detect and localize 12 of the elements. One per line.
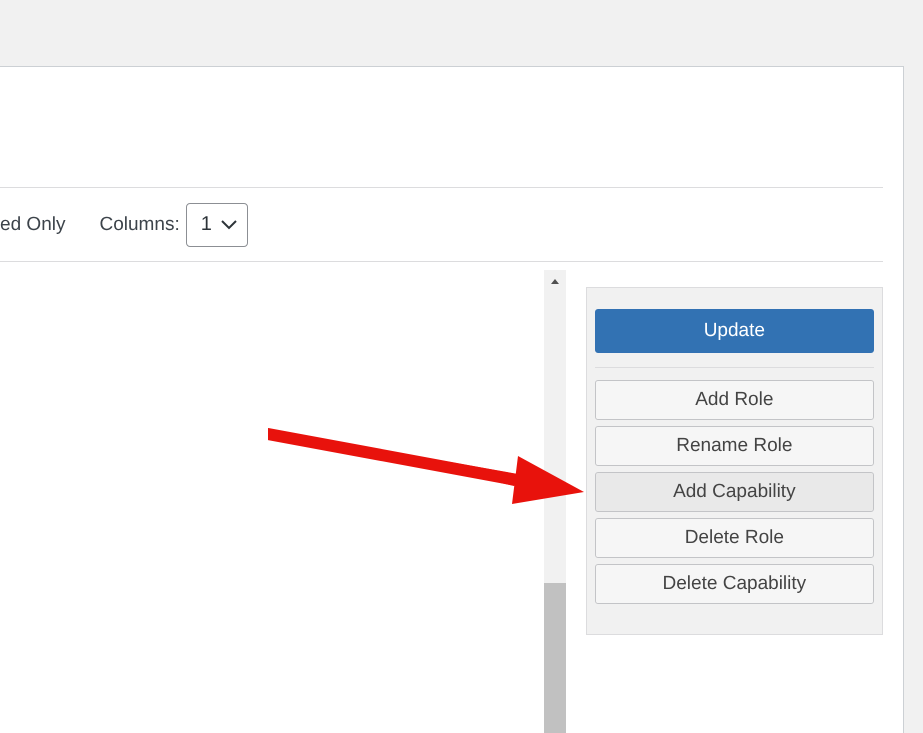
scrollbar[interactable]	[544, 270, 566, 733]
action-button[interactable]: Delete Role	[594, 518, 874, 558]
action-button[interactable]: Delete Capability	[594, 564, 874, 604]
chevron-down-icon	[220, 220, 237, 230]
action-button[interactable]: Add Capability	[594, 472, 874, 512]
update-button[interactable]: Update	[594, 309, 874, 353]
action-button[interactable]: Rename Role	[594, 426, 874, 466]
columns-label: Columns:	[99, 214, 180, 236]
columns-select[interactable]: 1	[186, 202, 248, 247]
filter-label: ed Only	[0, 214, 66, 236]
action-button[interactable]: Add Role	[594, 380, 874, 420]
scroll-up-icon[interactable]	[550, 279, 559, 284]
